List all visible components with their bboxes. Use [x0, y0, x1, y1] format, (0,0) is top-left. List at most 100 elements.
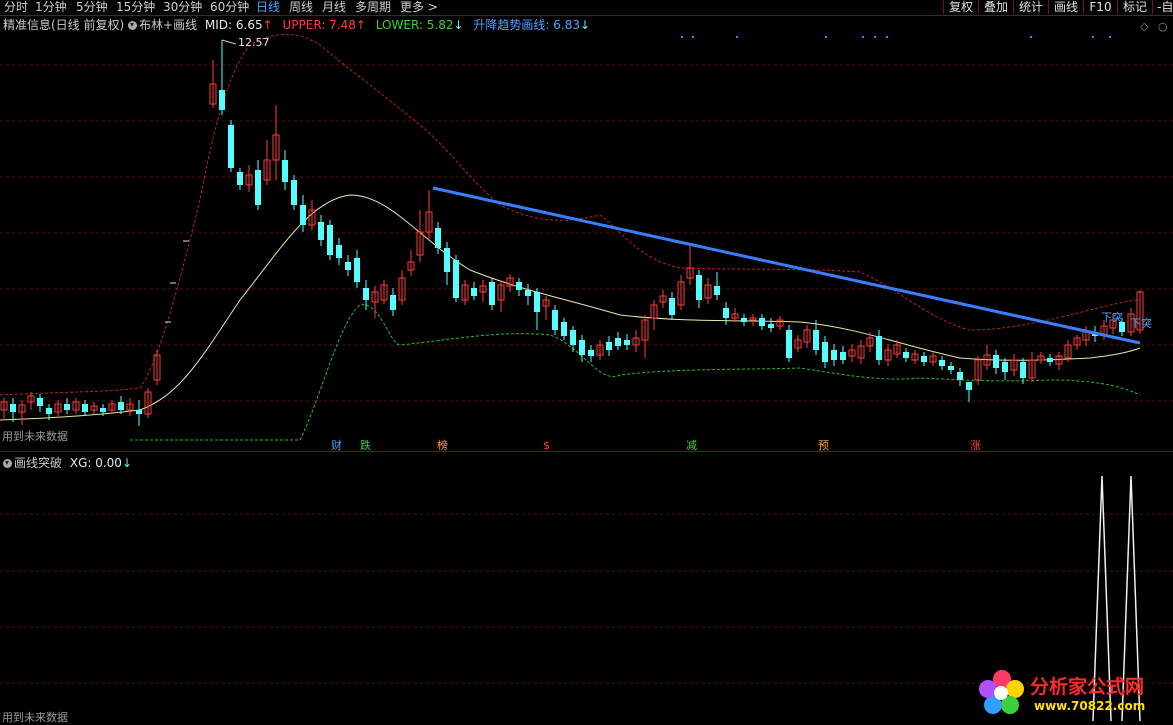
candle-body-down — [876, 336, 882, 360]
candle-body-down — [471, 288, 477, 296]
candle-body-down — [525, 290, 531, 296]
candle-body-down — [46, 408, 52, 414]
flower-logo-icon — [979, 670, 1024, 714]
candle-body-down — [588, 350, 594, 356]
candle-body-down — [219, 90, 225, 110]
candle-body-down — [939, 360, 945, 366]
sub-future-data-hint: 用到未来数据 — [2, 711, 68, 724]
descending-trend-line — [432, 186, 1141, 345]
event-mark — [736, 36, 738, 38]
candle-body-down — [759, 318, 765, 326]
candle-body-down — [534, 292, 540, 312]
candle-body-down — [1002, 362, 1008, 372]
candle-body-down — [327, 225, 333, 255]
main-legend: 精准信息(日线 前复权) 布林+画线 MID: 6.65↑ UPPER: 7.4… — [3, 18, 590, 32]
candle-body-down — [696, 275, 702, 300]
panel-divider[interactable] — [0, 451, 1173, 452]
candle-body-down — [136, 410, 142, 414]
lower-value: LOWER: 5.82 — [375, 18, 454, 32]
candle-body-down — [552, 310, 558, 330]
upper-value: UPPER: 7.48 — [282, 18, 356, 32]
sub-indicator-name[interactable]: 画线突破 — [14, 456, 62, 470]
watermark: 分析家公式网 www.70822.com — [976, 666, 1171, 718]
candle-body-down — [813, 330, 819, 350]
candle-body-down — [624, 340, 630, 345]
candle-body-down — [741, 318, 747, 322]
indicator-dropdown-icon[interactable] — [128, 21, 138, 30]
candle-body-down — [64, 404, 70, 410]
future-data-hint: 用到未来数据 — [2, 430, 68, 443]
candle-body-down — [948, 366, 954, 370]
event-mark — [1030, 36, 1032, 38]
candle-body-down — [37, 398, 43, 406]
candle-body-down — [345, 262, 351, 270]
event-mark — [681, 36, 683, 38]
candle-body-down — [957, 372, 963, 380]
sub-indicator-dropdown-icon[interactable] — [3, 459, 12, 468]
candle-body-down — [831, 350, 837, 360]
candle-body-down — [82, 404, 88, 412]
candle-body-down — [1047, 358, 1053, 362]
candle-body-down — [570, 330, 576, 345]
break-label-1: 下突 — [1101, 311, 1123, 324]
candle-body-down — [1020, 362, 1026, 378]
xg-value: XG: 0.00 — [69, 456, 122, 470]
candle-body-down — [561, 322, 567, 336]
candle-body-down — [255, 170, 261, 205]
candle-body-down — [786, 330, 792, 358]
kline-chart[interactable] — [0, 0, 1173, 721]
candle-body-down — [282, 160, 288, 182]
high-price-label: 12.57 — [238, 36, 270, 49]
candle-body-down — [669, 298, 675, 315]
arrow-down-icon: ↓ — [579, 18, 591, 32]
candle-body-down — [921, 356, 927, 362]
candle-body-down — [237, 172, 243, 185]
candle-body-down — [993, 355, 999, 368]
stock-title: 精准信息(日线 前复权) — [3, 18, 125, 32]
candle-body-down — [723, 308, 729, 318]
diamond-icon[interactable]: ◇ — [1140, 20, 1148, 33]
candle-body-down — [516, 282, 522, 290]
xg-spikes — [165, 36, 1141, 721]
event-mark — [862, 36, 864, 38]
event-mark — [886, 36, 888, 38]
event-mark — [825, 36, 827, 38]
candle-body-down — [615, 338, 621, 346]
bollinger-bands — [0, 34, 1141, 441]
candle-body-down — [606, 342, 612, 350]
candle-body-down — [363, 288, 369, 300]
candle-body-down — [840, 352, 846, 360]
candle-body-down — [453, 260, 459, 298]
candle-body-down — [118, 402, 124, 410]
high-price-pointer — [221, 39, 237, 45]
candle-body-down — [966, 382, 972, 390]
watermark-text: 分析家公式网 — [1030, 676, 1145, 698]
mid-value: MID: 6.65 — [204, 18, 263, 32]
lower-band — [130, 304, 1141, 441]
candle-body-down — [291, 180, 297, 205]
event-mark — [1092, 36, 1094, 38]
candle-body-down — [318, 222, 324, 240]
candle-body-down — [100, 408, 106, 412]
indicator-name[interactable]: 布林+画线 — [139, 18, 197, 32]
event-mark — [874, 36, 876, 38]
break-label-2: 下突 — [1130, 317, 1152, 330]
candle-body-down — [390, 295, 396, 310]
candle-body-down — [10, 404, 16, 412]
candle-body-down — [822, 342, 828, 362]
candle-body-down — [903, 352, 909, 358]
candle-body-down — [489, 282, 495, 305]
trend-line — [432, 186, 1141, 345]
candle-body-down — [354, 258, 360, 282]
candle-body-down — [444, 248, 450, 272]
arrow-up-icon: ↑ — [355, 18, 366, 32]
watermark-url: www.70822.com — [1034, 699, 1146, 713]
candle-body-down — [435, 228, 441, 248]
candle-body-down — [228, 125, 234, 168]
arrow-down-icon: ↓ — [121, 456, 133, 470]
event-mark — [692, 36, 694, 38]
event-mark — [1109, 36, 1111, 38]
candle-body-down — [336, 245, 342, 258]
arrow-up-icon: ↑ — [262, 18, 273, 32]
circle-icon[interactable]: ○ — [1158, 20, 1168, 33]
